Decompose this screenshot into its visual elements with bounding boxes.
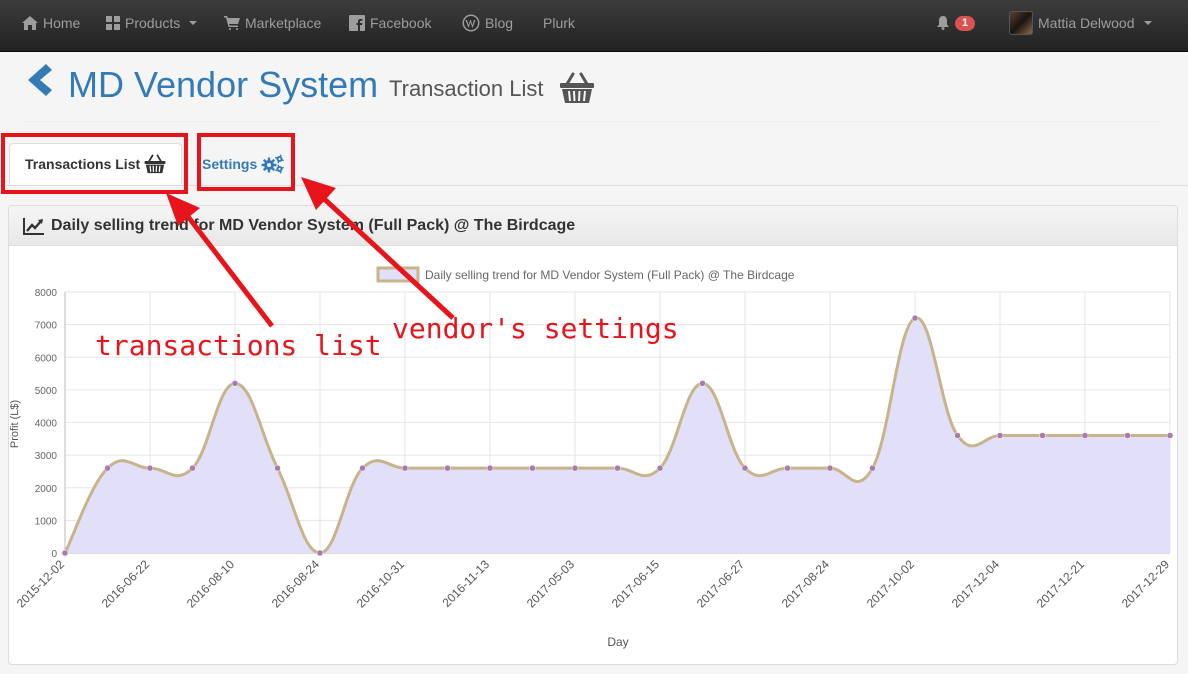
- data-point[interactable]: [189, 464, 196, 472]
- y-tick-label: 8000: [35, 288, 58, 299]
- y-tick-label: 6000: [35, 353, 58, 364]
- x-axis-label: Day: [607, 635, 628, 649]
- data-point[interactable]: [869, 464, 876, 472]
- data-point[interactable]: [146, 464, 154, 472]
- data-point[interactable]: [1124, 432, 1131, 439]
- data-point[interactable]: [911, 314, 919, 322]
- x-tick-label: 2016-06-22: [99, 557, 153, 611]
- data-point[interactable]: [614, 464, 621, 472]
- y-tick-label: 3000: [35, 451, 58, 462]
- legend-swatch: [376, 266, 420, 283]
- data-point[interactable]: [486, 464, 494, 472]
- x-tick-label: 2017-12-29: [1119, 557, 1173, 611]
- data-point[interactable]: [1081, 432, 1089, 439]
- data-point[interactable]: [444, 464, 451, 472]
- data-point[interactable]: [231, 380, 239, 387]
- data-point[interactable]: [359, 464, 366, 472]
- y-tick-label: 2000: [35, 484, 58, 495]
- x-tick-label: 2015-12-02: [14, 557, 68, 611]
- data-point[interactable]: [274, 464, 281, 472]
- data-point[interactable]: [954, 432, 961, 439]
- annotation-transactions-list: transactions list: [95, 329, 382, 362]
- data-point[interactable]: [1039, 432, 1046, 439]
- x-tick-label: 2017-12-21: [1034, 557, 1088, 611]
- data-point[interactable]: [529, 464, 536, 472]
- data-point[interactable]: [699, 380, 706, 387]
- y-tick-label: 4000: [35, 419, 58, 430]
- y-tick-label: 1000: [35, 516, 58, 527]
- x-tick-label: 2016-10-31: [354, 557, 408, 611]
- x-tick-label: 2017-06-27: [694, 557, 748, 611]
- data-point[interactable]: [996, 432, 1004, 439]
- data-point[interactable]: [316, 549, 324, 557]
- x-tick-label: 2016-11-13: [439, 557, 492, 610]
- data-point[interactable]: [104, 464, 111, 472]
- y-tick-label: 7000: [35, 321, 58, 332]
- x-tick-label: 2017-12-04: [949, 557, 1003, 611]
- data-point[interactable]: [656, 464, 664, 472]
- annotation-vendor-settings: vendor's settings: [392, 312, 679, 345]
- data-point[interactable]: [784, 464, 791, 472]
- data-point[interactable]: [826, 464, 834, 472]
- legend-label: Daily selling trend for MD Vendor System…: [425, 268, 795, 282]
- data-point[interactable]: [1166, 432, 1174, 439]
- data-point[interactable]: [61, 549, 69, 557]
- x-tick-label: 2017-05-03: [524, 557, 578, 611]
- x-tick-label: 2017-08-24: [779, 557, 833, 611]
- x-tick-label: 2017-06-15: [609, 557, 663, 611]
- data-point[interactable]: [571, 464, 579, 472]
- data-point[interactable]: [401, 464, 409, 472]
- y-tick-label: 5000: [35, 386, 58, 397]
- y-axis-label: Profit (L$): [9, 400, 21, 448]
- x-tick-label: 2016-08-10: [184, 557, 238, 611]
- x-tick-label: 2016-08-24: [269, 557, 323, 611]
- x-tick-label: 2017-10-02: [864, 557, 918, 611]
- data-point[interactable]: [741, 464, 749, 472]
